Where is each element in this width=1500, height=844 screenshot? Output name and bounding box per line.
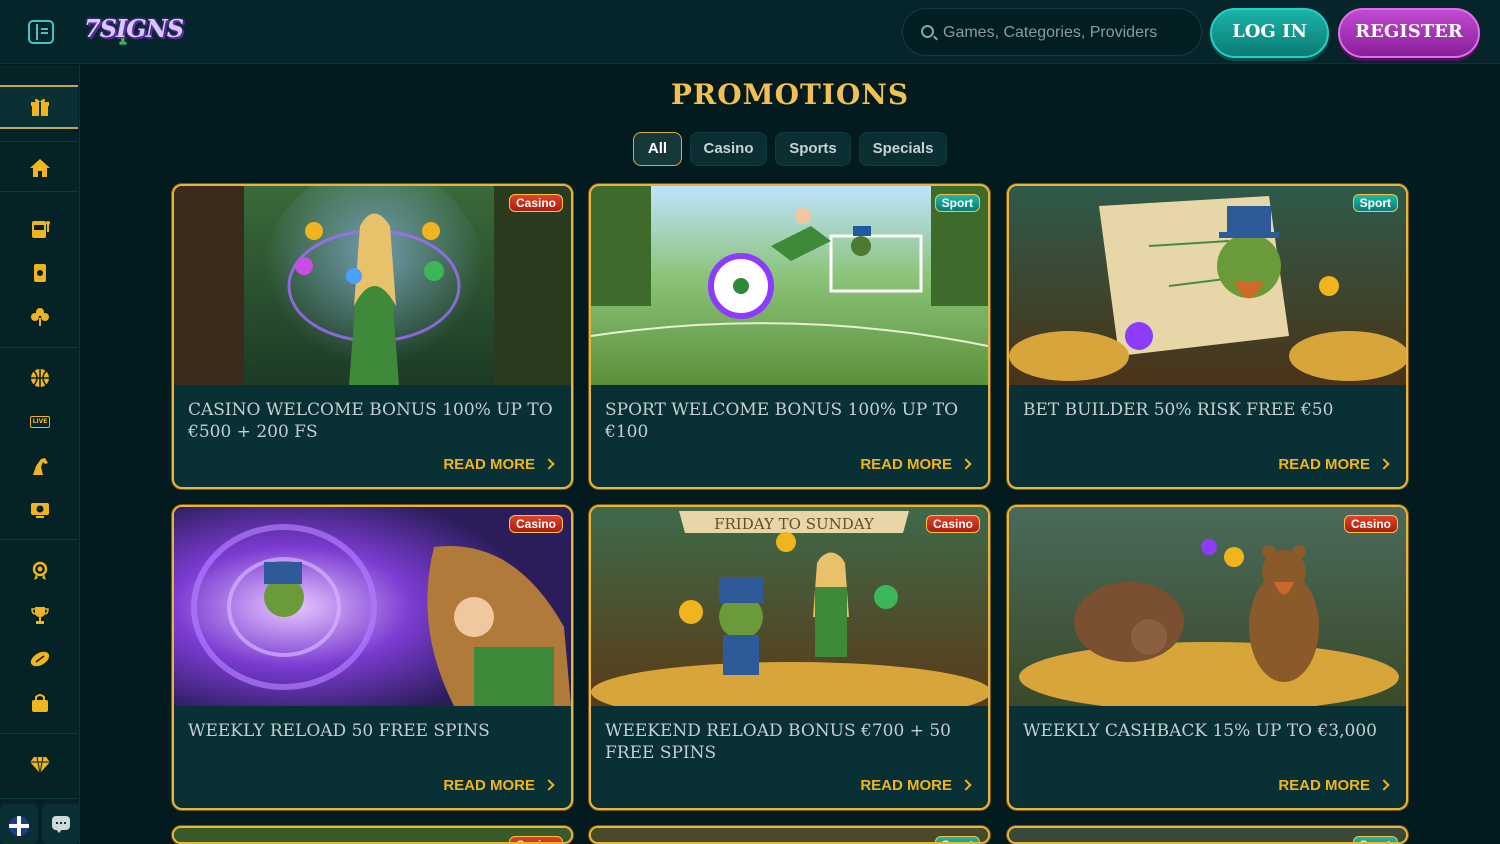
home-icon[interactable] (29, 157, 51, 179)
category-badge: Casino (508, 836, 563, 842)
promo-title: CASINO WELCOME BONUS 100% UP TO €500 + 2… (188, 400, 553, 442)
promo-image-portal (174, 507, 571, 706)
promo-title: WEEKLY CASHBACK 15% UP TO €3,000 (1023, 721, 1377, 741)
search-icon (921, 25, 934, 38)
promo-title: SPORT WELCOME BONUS 100% UP TO €100 (605, 400, 959, 442)
horse-icon[interactable] (29, 455, 51, 477)
read-more-link[interactable]: READ MORE (1278, 456, 1390, 473)
tab-specials[interactable]: Specials (859, 132, 947, 166)
search-box[interactable] (902, 8, 1202, 56)
promo-card[interactable]: Casino WEEKLY RELOAD 50 FREE SPINS READ … (172, 505, 573, 810)
chat-icon (52, 816, 70, 833)
promo-image-weekend: FRIDAY TO SUNDAY (591, 507, 988, 706)
category-badge: Casino (508, 194, 563, 212)
category-badge: Sport (934, 194, 980, 212)
category-badge: Sport (1352, 836, 1398, 842)
category-badge: Casino (1343, 515, 1398, 533)
read-more-link[interactable]: READ MORE (860, 777, 972, 794)
rugby-ball-icon[interactable] (29, 648, 51, 670)
en-gb-flag-icon (9, 816, 29, 836)
sidebar-divider (0, 539, 78, 540)
sidebar-divider (0, 798, 78, 799)
virtual-sports-icon[interactable] (29, 499, 51, 521)
chevron-right-icon (1378, 779, 1390, 791)
promo-image (591, 828, 988, 842)
promo-card[interactable]: Casino CASINO WELCOME BONUS 100% UP TO €… (172, 184, 573, 489)
promo-card[interactable]: Casino WEEKLY CASHBACK 15% UP TO €3,000 … (1007, 505, 1408, 810)
read-more-link[interactable]: READ MORE (1278, 777, 1390, 794)
login-button[interactable]: LOG IN (1210, 8, 1329, 58)
language-selector[interactable] (0, 804, 38, 844)
chevron-right-icon (960, 779, 972, 791)
promo-card[interactable]: Sport BET BUILDER 50% RISK FREE €50 READ… (1007, 184, 1408, 489)
promo-image (1009, 828, 1406, 842)
sidebar-divider (0, 141, 78, 142)
promo-title: WEEKLY RELOAD 50 FREE SPINS (188, 721, 490, 741)
sidebar-divider (0, 191, 78, 192)
register-button[interactable]: REGISTER (1338, 8, 1480, 58)
promo-title: BET BUILDER 50% RISK FREE €50 (1023, 400, 1334, 420)
logo-text: 7SIGNS (84, 14, 184, 43)
promo-card[interactable]: Casino (172, 826, 573, 844)
clover-icon: ♣ (118, 36, 128, 49)
promo-title: WEEKEND RELOAD BONUS €700 + 50 FREE SPIN… (605, 721, 952, 763)
trophy-icon[interactable] (29, 604, 51, 626)
chevron-right-icon (1378, 458, 1390, 470)
card-icon[interactable] (29, 262, 51, 284)
sidebar-divider (0, 347, 78, 348)
top-header: 7SIGNS ♣ LOG IN REGISTER (0, 0, 1500, 64)
promo-image-goblin-map (1009, 186, 1406, 385)
promo-card[interactable]: Sport (1007, 826, 1408, 844)
promo-card[interactable]: Sport (589, 826, 990, 844)
read-more-link[interactable]: READ MORE (860, 456, 972, 473)
read-more-link[interactable]: READ MORE (443, 777, 555, 794)
promo-image-bears (1009, 507, 1406, 706)
basketball-icon[interactable] (29, 367, 51, 389)
chevron-right-icon (543, 458, 555, 470)
banner-text: FRIDAY TO SUNDAY (714, 515, 875, 533)
medal-icon[interactable] (29, 560, 51, 582)
sidebar-divider (0, 733, 78, 734)
promo-image-fairy (174, 186, 571, 385)
slot-machine-icon[interactable] (29, 218, 51, 240)
tab-all[interactable]: All (633, 132, 682, 166)
category-badge: Sport (1352, 194, 1398, 212)
promo-card[interactable]: Sport SPORT WELCOME BONUS 100% UP TO €10… (589, 184, 990, 489)
promo-image-football (591, 186, 988, 385)
promo-card[interactable]: FRIDAY TO SUNDAY Casino WEEKEND RELOAD B… (589, 505, 990, 810)
sidebar-toggle-icon[interactable] (28, 20, 54, 44)
category-badge: Casino (508, 515, 563, 533)
chevron-right-icon (960, 458, 972, 470)
sidebar: LIVE (0, 65, 80, 844)
tab-sports[interactable]: Sports (775, 132, 851, 166)
gift-icon[interactable] (29, 96, 51, 118)
search-input[interactable] (943, 22, 1193, 44)
category-badge: Sport (934, 836, 980, 842)
page-title: PROMOTIONS (670, 78, 910, 111)
tab-casino[interactable]: Casino (690, 132, 767, 166)
shop-icon[interactable] (29, 692, 51, 714)
category-badge: Casino (925, 515, 980, 533)
live-icon[interactable]: LIVE (30, 416, 50, 428)
chevron-right-icon (543, 779, 555, 791)
logo[interactable]: 7SIGNS ♣ (84, 12, 184, 54)
read-more-link[interactable]: READ MORE (443, 456, 555, 473)
chat-button[interactable] (42, 804, 80, 844)
diamond-icon[interactable] (29, 753, 51, 775)
clover-icon[interactable] (29, 306, 51, 328)
